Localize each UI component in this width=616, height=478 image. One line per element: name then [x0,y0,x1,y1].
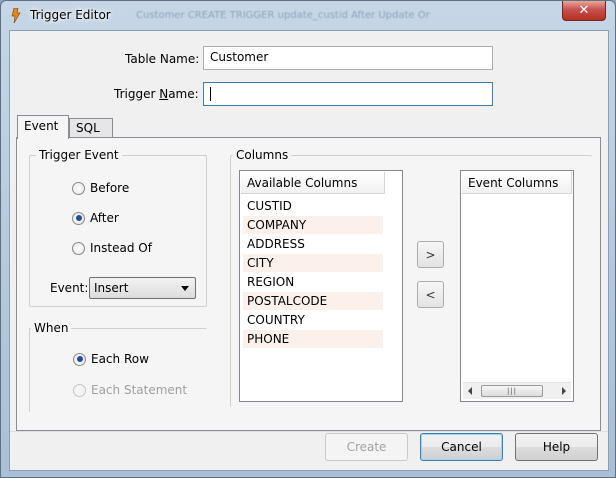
trigger-name-label: Trigger Name: [114,87,199,101]
radio-before-label: Before [90,181,130,195]
tab-panel-event: Trigger Event Before After Instead Of Ev… [16,137,601,431]
cancel-button-label: Cancel [441,440,482,454]
radio-button-selected [72,211,85,225]
table-name-value: Customer [210,50,269,64]
available-columns-list[interactable]: Available Columns CUSTID COMPANY ADDRESS… [239,170,403,402]
close-button[interactable]: ✕ [562,1,606,21]
add-column-button[interactable]: > [417,241,444,268]
radio-instead-of-label: Instead Of [90,241,152,255]
chevron-down-icon [181,286,189,291]
radio-after[interactable]: After [72,211,119,225]
trigger-name-field[interactable] [203,82,493,106]
arrow-right-icon: > [425,247,436,262]
when-group: When Each Row Each Statement [29,321,207,412]
footer-separator [10,431,608,432]
scroll-thumb[interactable]: ||| [481,385,543,397]
radio-each-row[interactable]: Each Row [73,352,149,366]
scroll-right-icon[interactable] [562,387,566,395]
list-item[interactable]: PHONE [243,330,383,348]
radio-instead-of[interactable]: Instead Of [72,241,152,255]
radio-button [72,241,85,255]
when-title: When [31,321,72,335]
window-title: Trigger Editor [30,8,111,22]
radio-each-statement-label: Each Statement [91,383,188,397]
event-select[interactable]: Insert [89,277,196,299]
radio-after-label: After [90,211,119,225]
list-item[interactable]: COUNTRY [243,311,383,329]
tab-event-label: Event [24,119,59,133]
tab-sql-label: SQL [76,121,100,135]
event-columns-list[interactable]: Event Columns ||| [460,170,574,402]
radio-button-disabled [73,383,86,397]
columns-group: Columns Available Columns CUSTID COMPANY… [230,148,592,407]
event-select-value: Insert [94,281,129,295]
when-group-left-border [29,328,30,412]
arrow-left-icon: < [425,287,436,302]
background-window-title: Customer CREATE TRIGGER update_custid Af… [136,10,430,21]
create-button[interactable]: Create [325,433,408,461]
list-item[interactable]: CUSTID [243,197,383,215]
table-name-label: Table Name: [125,52,200,66]
table-name-field[interactable]: Customer [203,46,493,70]
title-bar[interactable]: Trigger Editor Customer CREATE TRIGGER u… [1,1,615,30]
tab-sql[interactable]: SQL [69,118,113,138]
help-button[interactable]: Help [515,433,598,461]
window-frame: Trigger Editor Customer CREATE TRIGGER u… [0,0,616,478]
horizontal-scrollbar[interactable]: ||| [463,382,571,399]
scroll-left-icon[interactable] [468,387,472,395]
list-item[interactable]: COMPANY [243,216,383,234]
trigger-event-group: Trigger Event Before After Instead Of Ev… [29,148,207,307]
help-button-label: Help [542,440,571,454]
grip-icon: ||| [506,387,518,395]
text-caret [210,86,211,101]
create-button-label: Create [346,440,387,454]
radio-before[interactable]: Before [72,181,129,195]
list-item[interactable]: REGION [243,273,383,291]
radio-button [72,181,85,195]
radio-each-row-label: Each Row [91,352,149,366]
close-icon: ✕ [578,3,590,18]
radio-each-statement[interactable]: Each Statement [73,383,187,397]
list-item[interactable]: ADDRESS [243,235,383,253]
available-columns-header[interactable]: Available Columns [241,172,385,194]
radio-button-selected [73,352,86,366]
trigger-editor-icon [10,8,22,23]
dialog-body: Table Name: Customer Trigger Name: Event… [9,30,609,471]
trigger-event-title: Trigger Event [36,148,122,162]
list-item[interactable]: POSTALCODE [243,292,383,310]
event-columns-header[interactable]: Event Columns [462,172,572,194]
columns-title: Columns [233,148,292,162]
remove-column-button[interactable]: < [417,281,444,308]
list-item[interactable]: CITY [243,254,383,272]
tab-event[interactable]: Event [17,115,69,139]
cancel-button[interactable]: Cancel [420,433,503,461]
event-label: Event: [50,281,89,295]
